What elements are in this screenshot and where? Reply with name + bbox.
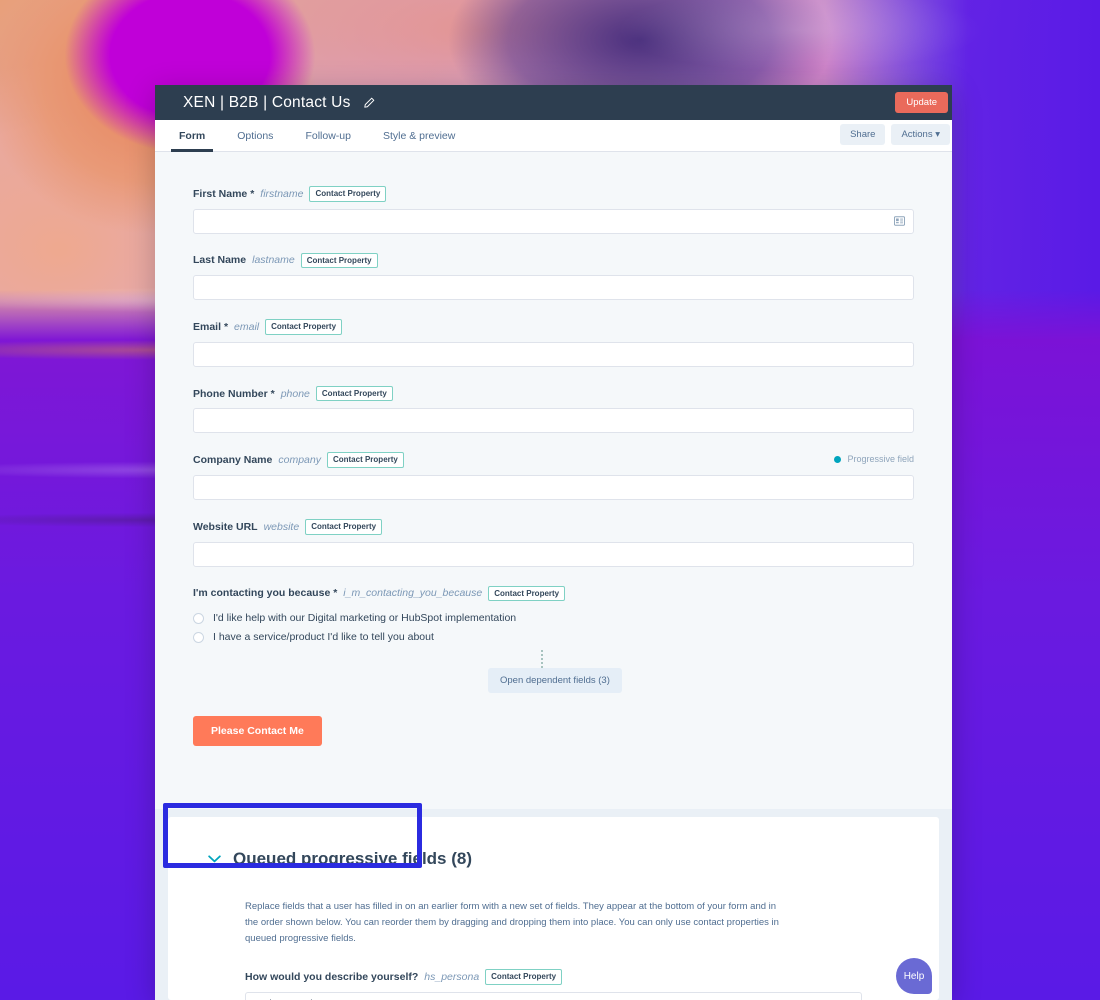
open-dependent-fields-button[interactable]: Open dependent fields (3) bbox=[488, 668, 622, 694]
queued-progressive-fields-panel: Queued progressive fields (8) Replace fi… bbox=[168, 817, 939, 1000]
field-label: I'm contacting you because * bbox=[193, 587, 338, 600]
editor-body: First Name * firstname Contact Property bbox=[155, 152, 952, 1000]
window-titlebar: XEN | B2B | Contact Us Update bbox=[155, 85, 952, 120]
required-marker: * bbox=[270, 387, 275, 400]
radio-option-label: I'd like help with our Digital marketing… bbox=[213, 612, 517, 625]
field-label-row: Phone Number * phone Contact Property bbox=[193, 385, 914, 402]
field-internal-name: firstname bbox=[260, 187, 304, 200]
field-website: Website URL website Contact Property bbox=[193, 518, 914, 567]
field-label-row: Company Name company Contact Property bbox=[193, 452, 914, 468]
text-input[interactable] bbox=[193, 408, 914, 434]
contact-property-badge[interactable]: Contact Property bbox=[488, 585, 566, 602]
required-marker: * bbox=[250, 187, 255, 200]
radio-option-row[interactable]: I have a service/product I'd like to tel… bbox=[193, 631, 914, 643]
queued-panel-title: Queued progressive fields (8) bbox=[233, 849, 473, 868]
tab-style-preview[interactable]: Style & preview bbox=[367, 120, 471, 151]
text-input[interactable] bbox=[193, 208, 914, 234]
queued-panel-header[interactable]: Queued progressive fields (8) bbox=[168, 817, 939, 899]
field-label-row: I'm contacting you because * i_m_contact… bbox=[193, 585, 914, 602]
dependent-fields-connector: Open dependent fields (3) bbox=[193, 650, 914, 702]
contact-property-badge[interactable]: Contact Property bbox=[265, 319, 343, 335]
text-input[interactable] bbox=[193, 474, 914, 500]
field-firstname: First Name * firstname Contact Property bbox=[193, 186, 914, 234]
field-phone: Phone Number * phone Contact Property bbox=[193, 385, 914, 434]
tabbar-actions: Share Actions ▾ bbox=[840, 124, 950, 145]
field-internal-name: lastname bbox=[252, 254, 295, 267]
field-label-row: First Name * firstname Contact Property bbox=[193, 186, 914, 202]
form-preview-card: First Name * firstname Contact Property bbox=[155, 152, 952, 809]
field-internal-name: email bbox=[234, 320, 260, 333]
progressive-field-flag: Progressive field bbox=[834, 454, 914, 464]
field-internal-name: hs_persona bbox=[424, 971, 480, 984]
contact-card-icon[interactable] bbox=[894, 216, 906, 226]
field-label-row: Email * email Contact Property bbox=[193, 319, 914, 335]
field-label-row: Last Name lastname Contact Property bbox=[193, 252, 914, 269]
contact-property-badge[interactable]: Contact Property bbox=[326, 452, 404, 468]
actions-dropdown-button[interactable]: Actions ▾ bbox=[891, 124, 950, 145]
queued-panel-description: Replace fields that a user has filled in… bbox=[245, 901, 779, 945]
desktop: XEN | B2B | Contact Us Update Form Optio… bbox=[0, 0, 1100, 1000]
radio-option-row[interactable]: I'd like help with our Digital marketing… bbox=[193, 612, 914, 624]
field-email: Email * email Contact Property bbox=[193, 319, 914, 367]
contact-property-badge[interactable]: Contact Property bbox=[300, 252, 378, 269]
help-button[interactable]: Help bbox=[896, 958, 932, 994]
text-input[interactable] bbox=[193, 341, 914, 367]
text-input[interactable] bbox=[193, 541, 914, 567]
tab-follow-up[interactable]: Follow-up bbox=[289, 120, 367, 151]
dependent-connector-line bbox=[541, 650, 543, 669]
progressive-field-label: Progressive field bbox=[847, 454, 914, 465]
form-editor-window: XEN | B2B | Contact Us Update Form Optio… bbox=[155, 85, 952, 1000]
radio-option-label: I have a service/product I'd like to tel… bbox=[213, 631, 434, 644]
field-internal-name: i_m_contacting_you_because bbox=[343, 587, 483, 600]
pencil-icon[interactable] bbox=[363, 97, 375, 109]
field-company: Company Name company Contact Property Pr… bbox=[193, 452, 914, 500]
field-internal-name: company bbox=[278, 454, 321, 467]
persona-select[interactable]: - Please Select - bbox=[245, 992, 862, 1000]
field-lastname: Last Name lastname Contact Property bbox=[193, 252, 914, 301]
contact-property-badge[interactable]: Contact Property bbox=[309, 186, 387, 202]
required-marker: * bbox=[223, 320, 229, 333]
tab-form[interactable]: Form bbox=[163, 120, 221, 152]
progressive-dot-icon bbox=[834, 455, 842, 463]
chevron-down-icon[interactable] bbox=[208, 855, 221, 863]
radio-button-icon[interactable] bbox=[193, 631, 204, 643]
field-label: Phone Number * bbox=[193, 387, 275, 400]
field-internal-name: phone bbox=[280, 387, 310, 400]
share-button[interactable]: Share bbox=[840, 124, 886, 145]
radio-button-icon[interactable] bbox=[193, 612, 204, 624]
submit-button[interactable]: Please Contact Me bbox=[193, 716, 322, 747]
field-label: First Name * bbox=[193, 187, 255, 200]
update-button[interactable]: Update bbox=[895, 92, 948, 113]
field-label-row: Website URL website Contact Property bbox=[193, 518, 914, 535]
text-input[interactable] bbox=[193, 275, 914, 301]
field-label: Company Name bbox=[193, 454, 273, 467]
field-label: How would you describe yourself? bbox=[245, 971, 419, 984]
contact-property-badge[interactable]: Contact Property bbox=[485, 969, 563, 986]
contact-property-badge[interactable]: Contact Property bbox=[305, 518, 383, 535]
required-marker: * bbox=[333, 587, 338, 600]
field-internal-name: website bbox=[263, 520, 300, 533]
field-contacting-reason: I'm contacting you because * i_m_contact… bbox=[193, 585, 914, 643]
queued-field-hs-persona: How would you describe yourself? hs_pers… bbox=[168, 947, 939, 1000]
field-label-row: How would you describe yourself? hs_pers… bbox=[245, 969, 862, 986]
field-label: Website URL bbox=[193, 520, 258, 533]
contact-property-badge[interactable]: Contact Property bbox=[315, 385, 393, 402]
tab-options[interactable]: Options bbox=[221, 120, 289, 151]
field-label: Last Name bbox=[193, 254, 247, 267]
editor-tabbar: Form Options Follow-up Style & preview S… bbox=[155, 120, 952, 152]
field-label: Email * bbox=[193, 320, 229, 333]
form-title: XEN | B2B | Contact Us bbox=[183, 93, 351, 111]
